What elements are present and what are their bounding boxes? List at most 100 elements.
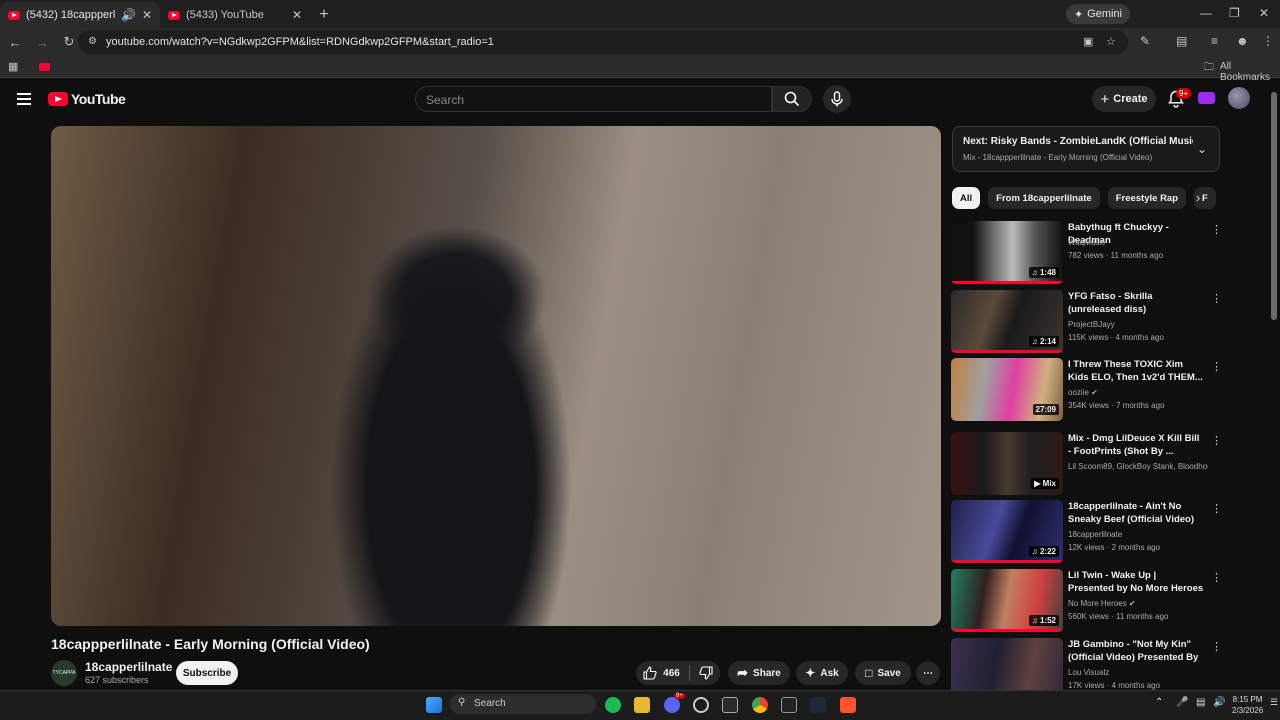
up-next-panel[interactable]: Next: Risky Bands - ZombieLandK (Officia… bbox=[952, 126, 1220, 172]
channel-name[interactable]: ooziie ✔ bbox=[1068, 388, 1208, 397]
menu-icon[interactable] bbox=[17, 93, 31, 105]
gemini-button[interactable]: ✦ Gemini bbox=[1065, 4, 1130, 24]
side-panel-icon[interactable]: ▤ bbox=[1176, 34, 1187, 48]
channel-name[interactable]: Lou Visualz bbox=[1068, 668, 1208, 677]
new-tab-button[interactable]: + bbox=[310, 2, 338, 28]
account-avatar[interactable] bbox=[1228, 87, 1250, 109]
epic-games-icon[interactable] bbox=[722, 697, 738, 713]
close-tab-icon[interactable]: ✕ bbox=[292, 8, 302, 22]
chrome-icon[interactable] bbox=[752, 697, 768, 713]
address-bar[interactable]: ⚙ youtube.com/watch?v=NGdkwp2GFPM&list=R… bbox=[78, 30, 1128, 54]
channel-name[interactable]: ProjectBJayy bbox=[1068, 320, 1208, 329]
video-title[interactable]: Mix - Dmg LilDeuce X Kill Bill - FootPri… bbox=[1068, 432, 1204, 458]
list-item[interactable]: ♫ 2:22 18capperlilnate - Ain't No Sneaky… bbox=[951, 500, 1222, 566]
channel-avatar[interactable]: TYCAPPA bbox=[51, 660, 77, 686]
more-options-icon[interactable]: ⋮ bbox=[1211, 571, 1222, 584]
list-item[interactable]: JB Gambino - "Not My Kin" (Official Vide… bbox=[951, 638, 1220, 690]
file-explorer-icon[interactable] bbox=[634, 697, 650, 713]
restore-icon[interactable]: ❐ bbox=[1229, 6, 1240, 20]
back-icon[interactable]: ← bbox=[3, 35, 27, 50]
save-button[interactable]: □ Save bbox=[855, 661, 911, 685]
more-options-icon[interactable]: ⋮ bbox=[1211, 434, 1222, 447]
list-item[interactable]: ♫ 1:48 Babythug ft Chuckyy - Deadman Waq… bbox=[951, 221, 1222, 287]
list-item[interactable]: ♫ 2:14 YFG Fatso - Skrilla (unreleased d… bbox=[951, 290, 1222, 356]
channel-name[interactable]: 18capperlilnate bbox=[1068, 530, 1208, 539]
microphone-icon[interactable]: 🎤 bbox=[1176, 697, 1188, 708]
address-bar-row: ← → ↻ ⚙ youtube.com/watch?v=NGdkwp2GFPM&… bbox=[0, 28, 1280, 56]
chip-freestyle-rap[interactable]: Freestyle Rap bbox=[1107, 187, 1187, 209]
search-button[interactable] bbox=[772, 86, 812, 112]
apps-grid-icon[interactable]: ▦ bbox=[8, 60, 18, 73]
network-icon[interactable]: ▤ bbox=[1196, 697, 1205, 708]
search-input[interactable]: Search bbox=[415, 86, 772, 112]
list-item[interactable]: ♫ 1:52 Lil Twin - Wake Up | Presented by… bbox=[951, 569, 1222, 635]
speaker-icon[interactable]: 🔊 bbox=[121, 8, 136, 22]
ask-button[interactable]: ✦ Ask bbox=[796, 661, 848, 685]
windows-start-icon[interactable] bbox=[426, 697, 442, 713]
video-thumbnail[interactable]: ♫ 2:14 bbox=[951, 290, 1063, 353]
browser-tab[interactable]: (5433) YouTube ✕ bbox=[160, 2, 310, 28]
minimize-icon[interactable]: — bbox=[1200, 6, 1212, 20]
scrollbar[interactable] bbox=[1271, 92, 1277, 320]
voice-search-button[interactable] bbox=[823, 85, 851, 113]
video-title[interactable]: JB Gambino - "Not My Kin" (Official Vide… bbox=[1068, 638, 1204, 664]
create-button[interactable]: + Create bbox=[1092, 86, 1156, 112]
notification-center-icon[interactable]: ☰ bbox=[1270, 697, 1278, 708]
close-tab-icon[interactable]: ✕ bbox=[142, 8, 152, 22]
more-actions-button[interactable]: ⋯ bbox=[916, 661, 940, 685]
volume-icon[interactable]: 🔊 bbox=[1213, 697, 1225, 708]
taskbar-clock[interactable]: 8:15 PM 2/3/2026 bbox=[1232, 694, 1263, 716]
bookmark-star-icon[interactable]: ☆ bbox=[1106, 35, 1116, 48]
more-options-icon[interactable]: ⋮ bbox=[1211, 223, 1222, 236]
brave-icon[interactable] bbox=[840, 697, 856, 713]
reading-list-icon[interactable]: ≡ bbox=[1211, 34, 1218, 48]
video-player[interactable] bbox=[51, 126, 941, 626]
forward-icon[interactable]: → bbox=[30, 35, 54, 50]
list-item[interactable]: 27:09 I Threw These TOXIC Xim Kids ELO, … bbox=[951, 358, 1222, 424]
video-thumbnail[interactable]: ♫ 2:22 bbox=[951, 500, 1063, 563]
browser-tab-active[interactable]: (5432) 18cappperlilnate - E 🔊 ✕ bbox=[0, 2, 160, 28]
share-button[interactable]: ➦ Share bbox=[728, 661, 790, 685]
install-app-icon[interactable]: ▣ bbox=[1083, 35, 1093, 48]
premium-membership-icon[interactable] bbox=[1198, 92, 1215, 104]
spotify-icon[interactable] bbox=[605, 697, 621, 713]
video-thumbnail[interactable]: ♫ 1:52 bbox=[951, 569, 1063, 632]
more-options-icon[interactable]: ⋮ bbox=[1211, 502, 1222, 515]
channel-name[interactable]: WaqMusic bbox=[1068, 238, 1208, 247]
close-window-icon[interactable]: ✕ bbox=[1259, 6, 1269, 20]
site-settings-icon[interactable]: ⚙ bbox=[88, 36, 100, 48]
like-button[interactable]: 466 bbox=[643, 666, 680, 680]
extensions-icon[interactable]: ✎ bbox=[1140, 34, 1150, 48]
list-item[interactable]: ▶ Mix Mix - Dmg LilDeuce X Kill Bill - F… bbox=[951, 432, 1222, 498]
steam-like-icon[interactable] bbox=[693, 697, 709, 713]
chevron-right-icon[interactable]: › bbox=[1196, 190, 1200, 205]
more-options-icon[interactable]: ⋮ bbox=[1211, 360, 1222, 373]
discord-icon[interactable] bbox=[664, 697, 680, 713]
video-title[interactable]: I Threw These TOXIC Xim Kids ELO, Then 1… bbox=[1068, 358, 1204, 384]
app-icon[interactable] bbox=[781, 697, 797, 713]
video-thumbnail[interactable]: ♫ 1:48 bbox=[951, 221, 1063, 284]
video-title[interactable]: 18capperlilnate - Ain't No Sneaky Beef (… bbox=[1068, 500, 1204, 526]
profile-icon[interactable]: ☻ bbox=[1236, 34, 1249, 48]
channel-name[interactable]: No More Heroes ✔ bbox=[1068, 599, 1208, 608]
thumbs-down-icon[interactable] bbox=[699, 666, 713, 680]
subscribe-button[interactable]: Subscribe bbox=[176, 661, 238, 685]
more-options-icon[interactable]: ⋮ bbox=[1211, 292, 1222, 305]
youtube-logo[interactable]: YouTube bbox=[48, 91, 126, 107]
chevron-up-icon[interactable]: ⌃ bbox=[1155, 697, 1163, 708]
menu-kebab-icon[interactable]: ⋮ bbox=[1262, 34, 1274, 48]
steam-icon[interactable] bbox=[810, 697, 826, 713]
channel-name[interactable]: 18capperlilnate bbox=[85, 660, 172, 674]
video-title[interactable]: Lil Twin - Wake Up | Presented by No Mor… bbox=[1068, 569, 1204, 595]
chip-from-channel[interactable]: From 18capperlilnate bbox=[988, 187, 1100, 209]
video-thumbnail[interactable]: 27:09 bbox=[951, 358, 1063, 421]
video-thumbnail[interactable] bbox=[951, 638, 1063, 690]
channel-name[interactable]: Lil Scoom89, GlockBoy Stank, Bloodhou... bbox=[1068, 462, 1208, 471]
video-title[interactable]: YFG Fatso - Skrilla (unreleased diss) bbox=[1068, 290, 1204, 316]
taskbar-search[interactable]: ⚲ Search bbox=[450, 694, 596, 714]
youtube-bookmark-icon[interactable] bbox=[39, 63, 50, 71]
chevron-down-icon[interactable]: ⌄ bbox=[1197, 142, 1207, 156]
more-options-icon[interactable]: ⋮ bbox=[1211, 640, 1220, 653]
chip-all[interactable]: All bbox=[952, 187, 981, 209]
mix-thumbnail[interactable]: ▶ Mix bbox=[951, 432, 1063, 495]
